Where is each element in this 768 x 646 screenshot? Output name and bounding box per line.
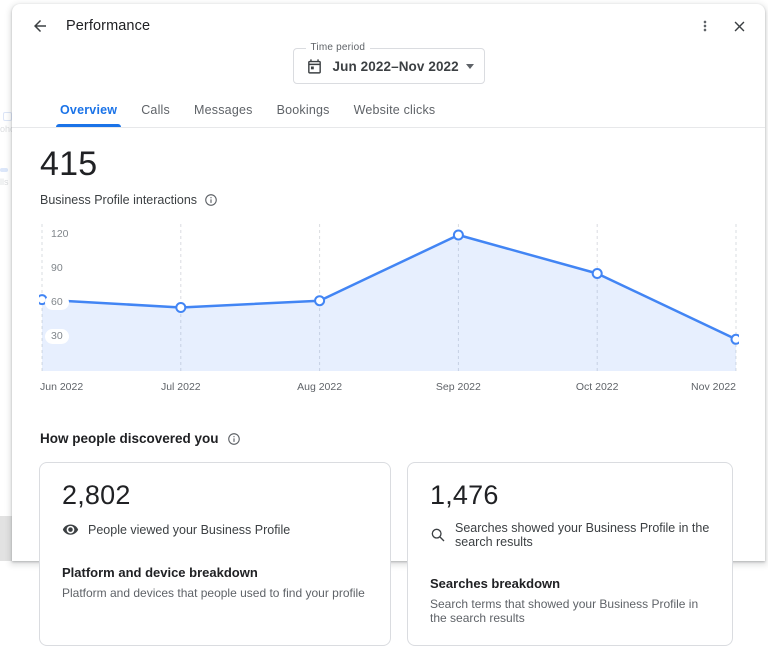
kebab-menu-icon	[697, 18, 713, 34]
platform-breakdown-subtitle: Platform and devices that people used to…	[62, 586, 370, 600]
metric-caption-row: Business Profile interactions	[40, 193, 765, 207]
discovery-cards: 2,802 People viewed your Business Profil…	[39, 462, 765, 646]
eye-icon	[62, 521, 79, 538]
chart-y-tick: 90	[45, 261, 69, 276]
discovered-info-button[interactable]	[227, 432, 241, 446]
dropdown-caret-icon	[466, 64, 474, 69]
occluded-link-fragment	[0, 168, 8, 172]
searches-caption: Searches showed your Business Profile in…	[455, 521, 712, 549]
close-icon	[731, 18, 748, 35]
metric-caption-label: Business Profile interactions	[40, 193, 197, 207]
back-button[interactable]	[28, 14, 52, 38]
time-period-select[interactable]: Time period Jun 2022–Nov 2022	[293, 48, 485, 84]
time-period-label: Time period	[306, 42, 371, 53]
searches-breakdown-section: Searches breakdown Search terms that sho…	[430, 576, 712, 625]
discovered-section-header: How people discovered you	[40, 431, 765, 446]
calendar-icon	[306, 58, 323, 75]
chart-y-tick: 30	[45, 329, 69, 344]
chart-y-tick: 120	[45, 227, 75, 242]
arrow-back-icon	[31, 17, 49, 35]
tab-bookings[interactable]: Bookings	[265, 99, 342, 127]
chart-x-tick: Sep 2022	[436, 381, 481, 393]
interactions-line-chart[interactable]: 120 90 60 30	[39, 224, 739, 374]
profile-views-value: 2,802	[62, 480, 370, 511]
occluded-page-sliver: oho lls	[0, 0, 12, 561]
chart-x-tick: Nov 2022	[691, 381, 736, 393]
occluded-text-fragment: oho	[0, 124, 12, 134]
chart-x-tick: Jun 2022	[40, 381, 83, 393]
dialog-header: Performance	[12, 4, 765, 40]
overview-panel: 415 Business Profile interactions 120 90 6…	[12, 128, 765, 646]
searches-card: 1,476 Searches showed your Business Prof…	[407, 462, 733, 646]
platform-breakdown-section: Platform and device breakdown Platform a…	[62, 565, 370, 600]
interactions-info-button[interactable]	[204, 193, 218, 207]
tab-website-clicks[interactable]: Website clicks	[342, 99, 448, 127]
tab-messages[interactable]: Messages	[182, 99, 265, 127]
search-icon	[430, 527, 446, 543]
platform-breakdown-title: Platform and device breakdown	[62, 565, 370, 580]
info-icon	[204, 193, 218, 207]
chart-x-tick: Oct 2022	[576, 381, 619, 393]
profile-views-card: 2,802 People viewed your Business Profil…	[39, 462, 391, 646]
chart-x-tick: Jul 2022	[161, 381, 201, 393]
discovered-section-title: How people discovered you	[40, 431, 219, 446]
searches-breakdown-title: Searches breakdown	[430, 576, 712, 591]
close-button[interactable]	[727, 14, 751, 38]
searches-value: 1,476	[430, 480, 712, 511]
profile-views-caption-row: People viewed your Business Profile	[62, 521, 370, 538]
time-period-value: Jun 2022–Nov 2022	[333, 59, 459, 74]
occluded-footer-block	[0, 516, 12, 561]
performance-dialog: Performance Time period Jun 2022–Nov 202…	[12, 4, 765, 561]
tab-calls[interactable]: Calls	[129, 99, 182, 127]
chart-x-tick: Aug 2022	[297, 381, 342, 393]
page-title: Performance	[66, 18, 150, 34]
searches-caption-row: Searches showed your Business Profile in…	[430, 521, 712, 549]
more-options-button[interactable]	[693, 14, 717, 38]
occluded-icon	[3, 112, 12, 121]
profile-views-caption: People viewed your Business Profile	[88, 523, 290, 537]
total-interactions-value: 415	[40, 145, 765, 184]
tab-bar: Overview Calls Messages Bookings Website…	[12, 99, 765, 128]
chart-y-tick: 60	[45, 295, 69, 310]
tab-overview[interactable]: Overview	[48, 99, 129, 127]
searches-breakdown-subtitle: Search terms that showed your Business P…	[430, 597, 712, 625]
occluded-text-fragment: lls	[0, 177, 9, 187]
info-icon	[227, 432, 241, 446]
chart-x-axis-labels: Jun 2022 Jul 2022 Aug 2022 Sep 2022 Oct 2022…	[39, 374, 739, 398]
